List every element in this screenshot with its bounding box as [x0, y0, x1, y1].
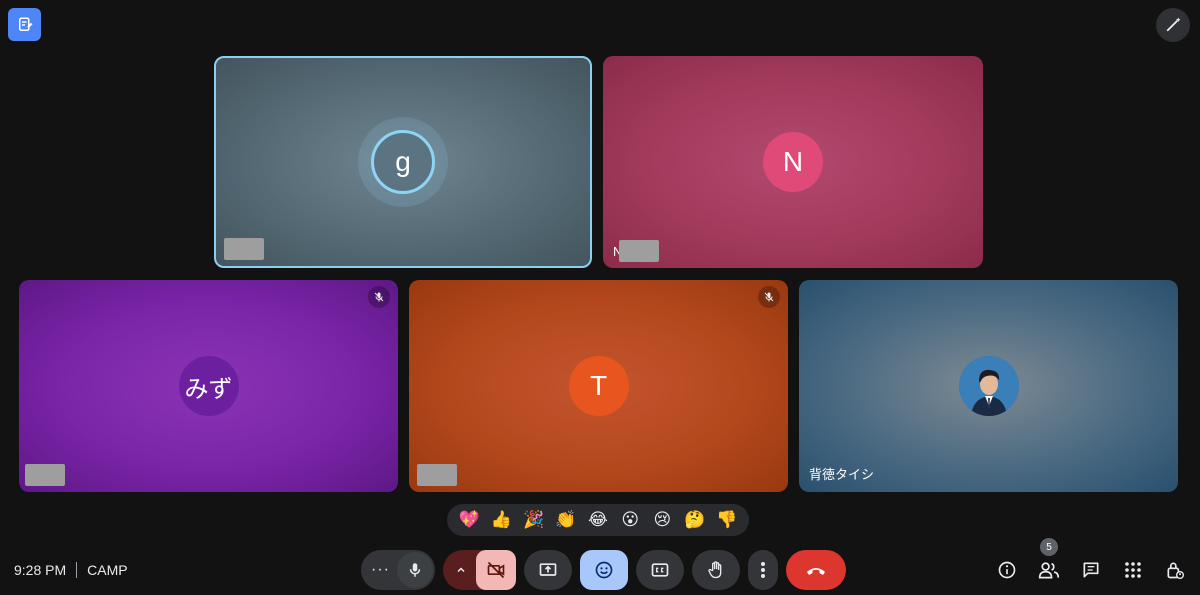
- people-button[interactable]: 5: [1038, 538, 1060, 581]
- lock-person-icon: [1167, 562, 1184, 579]
- reaction-thumbs-up[interactable]: 👍: [487, 506, 515, 534]
- reactions-button[interactable]: [580, 550, 628, 590]
- present-screen-icon: [539, 563, 557, 576]
- microphone-button[interactable]: [397, 552, 433, 588]
- activities-button[interactable]: [1122, 559, 1144, 581]
- avatar: [958, 356, 1019, 416]
- call-controls: ···: [361, 550, 846, 590]
- meeting-info: 9:28 PM CAMP: [14, 562, 128, 578]
- reaction-surprised[interactable]: 😮: [616, 506, 644, 534]
- closed-captions-icon: [651, 563, 669, 577]
- reaction-thinking[interactable]: 🤔: [681, 506, 709, 534]
- raise-hand-button[interactable]: [692, 550, 740, 590]
- people-icon: [1038, 562, 1060, 579]
- video-control-group: [443, 550, 516, 590]
- participant-tile-self[interactable]: 背徳タイシ: [799, 280, 1178, 492]
- people-count-badge: 5: [1040, 538, 1058, 556]
- leave-call-button[interactable]: [786, 550, 846, 590]
- side-panel-controls: 5: [996, 538, 1186, 585]
- captions-button[interactable]: [636, 550, 684, 590]
- meeting-code: CAMP: [87, 562, 128, 578]
- participant-tile-mizu[interactable]: みず: [19, 280, 398, 492]
- notes-icon: [18, 17, 32, 31]
- hand-icon: [708, 561, 722, 579]
- participant-name-redacted: [417, 464, 457, 486]
- emoji-icon: [595, 561, 613, 579]
- avatar: g: [371, 130, 435, 194]
- muted-badge: [368, 286, 390, 308]
- more-vert-icon: [761, 562, 765, 578]
- info-icon: [998, 561, 1016, 579]
- reaction-clap[interactable]: 👏: [552, 506, 580, 534]
- audio-control-group: ···: [361, 550, 435, 590]
- divider: [76, 562, 78, 578]
- more-options-button[interactable]: [748, 550, 778, 590]
- camera-button[interactable]: [476, 550, 516, 590]
- apps-grid-icon: [1125, 562, 1141, 578]
- participant-tile-t[interactable]: T: [409, 280, 788, 492]
- participant-name-redacted: [224, 238, 264, 260]
- participant-tile-n[interactable]: N N: [603, 56, 983, 268]
- meet-stage: g N N みず T 背徳タイシ 💖 👍 🎉 👏 😂 😮 😢 🤔 👎 9:28 …: [0, 0, 1200, 595]
- participant-tile-g[interactable]: g: [214, 56, 592, 268]
- avatar: みず: [178, 356, 239, 416]
- meeting-notes-button[interactable]: [8, 8, 41, 41]
- reaction-heart[interactable]: 💖: [455, 506, 483, 534]
- reaction-laugh[interactable]: 😂: [584, 506, 612, 534]
- chat-icon: [1083, 562, 1099, 578]
- meeting-time: 9:28 PM: [14, 562, 67, 578]
- participant-name: 背徳タイシ: [809, 467, 875, 482]
- microphone-icon: [409, 563, 421, 577]
- participant-name-redacted: [619, 240, 659, 262]
- magic-wand-icon: [1166, 17, 1181, 32]
- meeting-details-button[interactable]: [996, 559, 1018, 581]
- audio-settings-button[interactable]: ···: [371, 561, 390, 579]
- mic-off-icon: [764, 292, 774, 302]
- speaking-indicator: g: [358, 117, 448, 207]
- participant-name-redacted: [25, 464, 65, 486]
- host-controls-button[interactable]: [1164, 559, 1186, 581]
- reaction-bar: 💖 👍 🎉 👏 😂 😮 😢 🤔 👎: [447, 504, 749, 536]
- chevron-up-icon[interactable]: [455, 564, 467, 576]
- avatar: N: [763, 132, 823, 192]
- visual-effects-button[interactable]: [1156, 8, 1190, 42]
- reaction-thumbs-down[interactable]: 👎: [713, 506, 741, 534]
- chat-button[interactable]: [1080, 559, 1102, 581]
- camera-off-icon: [487, 561, 505, 579]
- avatar: T: [568, 356, 629, 416]
- reaction-sad[interactable]: 😢: [648, 506, 676, 534]
- present-screen-button[interactable]: [524, 550, 572, 590]
- mic-off-icon: [374, 292, 384, 302]
- hang-up-icon: [807, 568, 825, 575]
- muted-badge: [758, 286, 780, 308]
- reaction-party[interactable]: 🎉: [520, 506, 548, 534]
- profile-photo-icon: [958, 356, 1019, 416]
